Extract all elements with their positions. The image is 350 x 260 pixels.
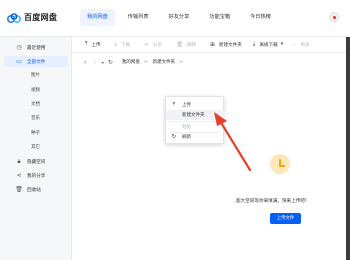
share-button[interactable]: ⋖ 分享 [144, 42, 162, 48]
main-nav: 我的网盘 传输列表 好友分享 功能宝箱 今日热榜 [80, 9, 284, 26]
sidebar-item-label: 回收站 [27, 187, 41, 193]
lock-icon: 🔒︎ [17, 157, 21, 165]
upload-icon: ⤒ [172, 101, 176, 108]
app-window: 百度网盘 我的网盘 传输列表 好友分享 功能宝箱 今日热榜 ◷ 最近使用 ▭ 全… [0, 0, 350, 260]
delete-button[interactable]: 🗑︎ 删除 [176, 42, 196, 48]
tab-my-disk[interactable]: 我的网盘 [80, 9, 115, 26]
sidebar-sub-torrents[interactable]: 种子 [31, 130, 40, 136]
menu-item-label: 上传 [182, 103, 191, 108]
menu-item-upload[interactable]: ⤒ 上传 [166, 100, 225, 110]
download-label: 下载 [121, 42, 131, 48]
menu-item-label: 新建文件夹 [182, 113, 205, 118]
path-bar: ‹ › ▾ ↻ 我的网盘 > 新建文件夹 > [72, 54, 350, 70]
refresh-icon: ↻ [171, 134, 177, 140]
download-button[interactable]: ⤓ 下载 [115, 41, 131, 48]
trash-icon: 🗑︎ [15, 186, 23, 193]
forward-icon[interactable]: › [93, 59, 95, 66]
sidebar-item-my-shares[interactable]: ⋖ 我的分享 [4, 170, 68, 181]
history-dropdown-icon[interactable]: ▾ [102, 60, 104, 65]
offline-download-label: 离线下载 [259, 42, 278, 48]
sidebar-item-recent[interactable]: ◷ 最近使用 [4, 42, 68, 53]
sidebar-item-hidden-space[interactable]: 🔒︎ 隐藏空间 [4, 156, 68, 167]
folder-icon: ▭ [16, 58, 22, 65]
delete-label: 删除 [187, 42, 197, 48]
sidebar-item-label: 我的分享 [27, 173, 46, 179]
user-area [329, 12, 350, 22]
menu-item-refresh[interactable]: ↻ 刷新 [166, 132, 225, 142]
upload-button[interactable]: ⤒ 上传 [85, 41, 101, 48]
trash-icon: 🗑︎ [176, 41, 184, 48]
folder-plus-icon: ⊞ [210, 41, 215, 48]
menu-item-paste[interactable]: 粘贴 [166, 122, 225, 132]
breadcrumb-root[interactable]: 我的网盘 [122, 59, 140, 65]
share-icon: ⋖ [144, 41, 149, 48]
breadcrumb-separator: > [143, 59, 148, 65]
toolbar: ⤒ 上传 ⤓ 下载 ⋖ 分享 🗑︎ 删除 ⊞ 新建文件夹 ⤓ 离线下载 ▾ ⋯ … [72, 37, 350, 53]
refresh-icon[interactable]: ↻ [108, 59, 113, 66]
more-button[interactable]: ⋯ 更多 [291, 42, 310, 48]
new-folder-label: 新建文件夹 [218, 42, 242, 48]
cloud-logo-icon [7, 12, 21, 23]
sidebar: ◷ 最近使用 ▭ 全部文件 图片 视频 文档 音乐 种子 其它 🔒︎ 隐藏空间 … [0, 37, 72, 260]
app-logo: 百度网盘 [7, 12, 57, 23]
sidebar-sub-videos[interactable]: 视频 [31, 87, 40, 93]
context-menu: ⤒ 上传 新建文件夹 粘贴 ↻ 刷新 [165, 96, 225, 144]
offline-download-button[interactable]: ⤓ 离线下载 ▾ [253, 41, 283, 48]
back-icon[interactable]: ‹ [84, 59, 86, 66]
tab-transfer-list[interactable]: 传输列表 [121, 9, 156, 26]
tab-toolbox[interactable]: 功能宝箱 [202, 9, 237, 26]
sidebar-item-label: 隐藏空间 [27, 159, 46, 165]
breadcrumb-separator: > [179, 59, 183, 65]
more-label: 更多 [300, 42, 310, 48]
sidebar-item-label: 最近使用 [27, 45, 46, 51]
breadcrumb-current[interactable]: 新建文件夹 [153, 59, 176, 65]
main-panel: ⤒ 上传 ⤓ 下载 ⋖ 分享 🗑︎ 删除 ⊞ 新建文件夹 ⤓ 离线下载 ▾ ⋯ … [72, 37, 350, 260]
sidebar-item-all-files[interactable]: ▭ 全部文件 [4, 56, 68, 67]
menu-item-label: 刷新 [182, 135, 191, 140]
empty-state-message: 超大空间等你来填满，快来上传吧！ [236, 199, 310, 204]
share-label: 分享 [152, 42, 163, 48]
clock-icon: ◷ [16, 44, 22, 51]
sidebar-sub-docs[interactable]: 文档 [31, 101, 40, 107]
share-icon: ⋖ [16, 172, 22, 179]
download-icon: ⤓ [114, 41, 118, 47]
tab-friend-share[interactable]: 好友分享 [162, 9, 197, 26]
upload-label: 上传 [91, 42, 101, 48]
menu-item-new-folder[interactable]: 新建文件夹 [166, 110, 225, 120]
window-edge [346, 37, 350, 260]
sidebar-item-recycle-bin[interactable]: 🗑︎ 回收站 [4, 184, 68, 195]
new-folder-button[interactable]: ⊞ 新建文件夹 [210, 42, 242, 48]
app-name: 百度网盘 [24, 13, 58, 22]
top-bar: 百度网盘 我的网盘 传输列表 好友分享 功能宝箱 今日热榜 [0, 0, 350, 37]
clock-illustration-icon [270, 154, 290, 174]
sidebar-item-label: 全部文件 [27, 59, 46, 65]
menu-item-label: 粘贴 [182, 125, 191, 130]
chevron-down-icon: ▾ [280, 42, 284, 47]
sidebar-sub-music[interactable]: 音乐 [31, 115, 40, 121]
offline-download-icon: ⤓ [252, 41, 256, 47]
upload-file-button[interactable]: 上传文件 [270, 213, 301, 224]
sidebar-sub-other[interactable]: 其它 [31, 144, 40, 150]
more-icon: ⋯ [291, 41, 297, 48]
avatar[interactable] [329, 12, 339, 22]
tab-hot-list[interactable]: 今日热榜 [243, 9, 278, 26]
upload-icon: ⤒ [85, 41, 88, 47]
sidebar-sub-images[interactable]: 图片 [31, 72, 40, 78]
